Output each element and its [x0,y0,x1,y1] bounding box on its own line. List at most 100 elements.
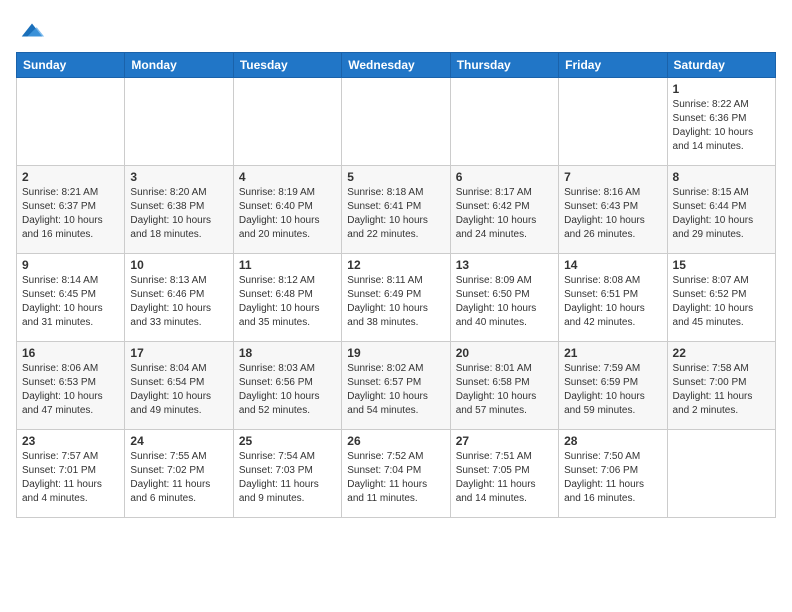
day-cell: 7 Sunrise: 8:16 AM Sunset: 6:43 PM Daylig… [559,166,667,254]
day-cell: 28 Sunrise: 7:50 AM Sunset: 7:06 PM Dayli… [559,430,667,518]
day-cell [125,78,233,166]
day-cell: 21 Sunrise: 7:59 AM Sunset: 6:59 PM Dayli… [559,342,667,430]
day-cell [17,78,125,166]
day-cell: 10 Sunrise: 8:13 AM Sunset: 6:46 PM Dayli… [125,254,233,342]
day-cell: 22 Sunrise: 7:58 AM Sunset: 7:00 PM Dayli… [667,342,775,430]
day-number: 26 [347,434,444,448]
day-info: Sunrise: 8:21 AM Sunset: 6:37 PM Dayligh… [22,186,119,242]
day-info: Sunrise: 8:12 AM Sunset: 6:48 PM Dayligh… [239,274,336,330]
day-info: Sunrise: 8:19 AM Sunset: 6:40 PM Dayligh… [239,186,336,242]
weekday-header-wednesday: Wednesday [342,53,450,78]
day-number: 8 [673,170,770,184]
day-number: 5 [347,170,444,184]
day-cell: 8 Sunrise: 8:15 AM Sunset: 6:44 PM Daylig… [667,166,775,254]
day-info: Sunrise: 8:07 AM Sunset: 6:52 PM Dayligh… [673,274,770,330]
day-info: Sunrise: 7:50 AM Sunset: 7:06 PM Dayligh… [564,450,661,506]
day-cell: 26 Sunrise: 7:52 AM Sunset: 7:04 PM Dayli… [342,430,450,518]
calendar-table: SundayMondayTuesdayWednesdayThursdayFrid… [16,52,776,518]
day-number: 3 [130,170,227,184]
day-info: Sunrise: 7:57 AM Sunset: 7:01 PM Dayligh… [22,450,119,506]
day-cell [233,78,341,166]
day-info: Sunrise: 8:18 AM Sunset: 6:41 PM Dayligh… [347,186,444,242]
day-cell: 14 Sunrise: 8:08 AM Sunset: 6:51 PM Dayli… [559,254,667,342]
day-number: 28 [564,434,661,448]
day-number: 14 [564,258,661,272]
day-cell: 13Sunrise: 8:09 AM Sunset: 6:50 PM Dayli… [450,254,558,342]
day-number: 2 [22,170,119,184]
day-info: Sunrise: 8:03 AM Sunset: 6:56 PM Dayligh… [239,362,336,418]
day-info: Sunrise: 8:13 AM Sunset: 6:46 PM Dayligh… [130,274,227,330]
day-number: 6 [456,170,553,184]
page: SundayMondayTuesdayWednesdayThursdayFrid… [0,0,792,530]
day-number: 15 [673,258,770,272]
day-cell [667,430,775,518]
day-cell: 15 Sunrise: 8:07 AM Sunset: 6:52 PM Dayli… [667,254,775,342]
day-number: 24 [130,434,227,448]
weekday-header-sunday: Sunday [17,53,125,78]
day-cell: 18 Sunrise: 8:03 AM Sunset: 6:56 PM Dayli… [233,342,341,430]
day-cell: 6 Sunrise: 8:17 AM Sunset: 6:42 PM Daylig… [450,166,558,254]
header [16,16,776,44]
day-number: 27 [456,434,553,448]
week-row-2: 2 Sunrise: 8:21 AM Sunset: 6:37 PM Daylig… [17,166,776,254]
day-info: Sunrise: 7:52 AM Sunset: 7:04 PM Dayligh… [347,450,444,506]
day-info: Sunrise: 8:08 AM Sunset: 6:51 PM Dayligh… [564,274,661,330]
day-cell: 17 Sunrise: 8:04 AM Sunset: 6:54 PM Dayli… [125,342,233,430]
day-info: Sunrise: 8:14 AM Sunset: 6:45 PM Dayligh… [22,274,119,330]
day-info: Sunrise: 8:04 AM Sunset: 6:54 PM Dayligh… [130,362,227,418]
day-number: 21 [564,346,661,360]
day-cell: 27Sunrise: 7:51 AM Sunset: 7:05 PM Dayli… [450,430,558,518]
day-cell: 20Sunrise: 8:01 AM Sunset: 6:58 PM Dayli… [450,342,558,430]
day-number: 23 [22,434,119,448]
day-number: 10 [130,258,227,272]
day-number: 19 [347,346,444,360]
day-info: Sunrise: 7:55 AM Sunset: 7:02 PM Dayligh… [130,450,227,506]
weekday-header-monday: Monday [125,53,233,78]
day-info: Sunrise: 7:58 AM Sunset: 7:00 PM Dayligh… [673,362,770,418]
day-cell [559,78,667,166]
weekday-header-tuesday: Tuesday [233,53,341,78]
day-info: Sunrise: 8:22 AM Sunset: 6:36 PM Dayligh… [673,98,770,154]
week-row-4: 16 Sunrise: 8:06 AM Sunset: 6:53 PM Dayli… [17,342,776,430]
day-cell: 1Sunrise: 8:22 AM Sunset: 6:36 PM Daylig… [667,78,775,166]
day-cell: 23 Sunrise: 7:57 AM Sunset: 7:01 PM Dayli… [17,430,125,518]
day-info: Sunrise: 8:02 AM Sunset: 6:57 PM Dayligh… [347,362,444,418]
day-cell: 5 Sunrise: 8:18 AM Sunset: 6:41 PM Daylig… [342,166,450,254]
day-info: Sunrise: 8:15 AM Sunset: 6:44 PM Dayligh… [673,186,770,242]
day-info: Sunrise: 8:01 AM Sunset: 6:58 PM Dayligh… [456,362,553,418]
day-cell: 12Sunrise: 8:11 AM Sunset: 6:49 PM Dayli… [342,254,450,342]
day-number: 9 [22,258,119,272]
day-number: 11 [239,258,336,272]
weekday-header-saturday: Saturday [667,53,775,78]
day-number: 4 [239,170,336,184]
day-info: Sunrise: 8:11 AM Sunset: 6:49 PM Dayligh… [347,274,444,330]
day-number: 16 [22,346,119,360]
day-cell: 9 Sunrise: 8:14 AM Sunset: 6:45 PM Daylig… [17,254,125,342]
logo [16,16,46,44]
week-row-3: 9 Sunrise: 8:14 AM Sunset: 6:45 PM Daylig… [17,254,776,342]
logo-icon [18,16,46,44]
day-cell: 2 Sunrise: 8:21 AM Sunset: 6:37 PM Daylig… [17,166,125,254]
day-info: Sunrise: 8:20 AM Sunset: 6:38 PM Dayligh… [130,186,227,242]
weekday-header-thursday: Thursday [450,53,558,78]
day-info: Sunrise: 8:17 AM Sunset: 6:42 PM Dayligh… [456,186,553,242]
day-info: Sunrise: 7:54 AM Sunset: 7:03 PM Dayligh… [239,450,336,506]
day-number: 17 [130,346,227,360]
day-number: 7 [564,170,661,184]
day-number: 22 [673,346,770,360]
week-row-5: 23 Sunrise: 7:57 AM Sunset: 7:01 PM Dayli… [17,430,776,518]
day-number: 25 [239,434,336,448]
day-info: Sunrise: 8:06 AM Sunset: 6:53 PM Dayligh… [22,362,119,418]
week-row-1: 1Sunrise: 8:22 AM Sunset: 6:36 PM Daylig… [17,78,776,166]
day-cell: 11 Sunrise: 8:12 AM Sunset: 6:48 PM Dayli… [233,254,341,342]
weekday-header-row: SundayMondayTuesdayWednesdayThursdayFrid… [17,53,776,78]
weekday-header-friday: Friday [559,53,667,78]
day-cell: 19 Sunrise: 8:02 AM Sunset: 6:57 PM Dayli… [342,342,450,430]
day-cell: 16 Sunrise: 8:06 AM Sunset: 6:53 PM Dayli… [17,342,125,430]
day-cell: 3 Sunrise: 8:20 AM Sunset: 6:38 PM Daylig… [125,166,233,254]
day-info: Sunrise: 8:09 AM Sunset: 6:50 PM Dayligh… [456,274,553,330]
day-number: 18 [239,346,336,360]
day-info: Sunrise: 7:59 AM Sunset: 6:59 PM Dayligh… [564,362,661,418]
day-cell [450,78,558,166]
day-info: Sunrise: 8:16 AM Sunset: 6:43 PM Dayligh… [564,186,661,242]
